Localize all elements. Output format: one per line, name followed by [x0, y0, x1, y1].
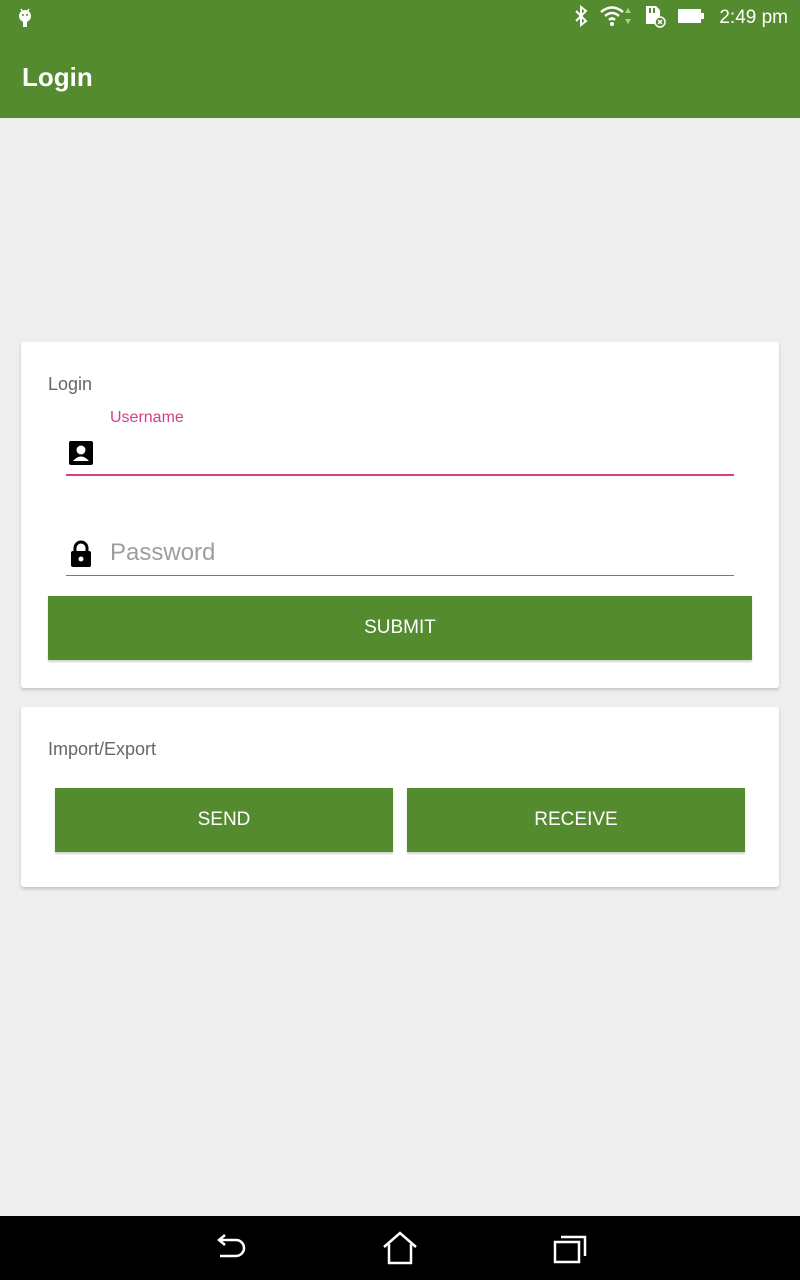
username-input[interactable]	[110, 432, 720, 474]
screen: 2:49 pm Login Login Username SUBMIT Impo…	[0, 0, 800, 1280]
status-time: 2:49 pm	[719, 7, 788, 28]
app-bar: Login	[0, 36, 800, 118]
lock-icon	[68, 540, 94, 568]
sd-card-icon	[643, 4, 667, 33]
android-debug-icon	[16, 6, 34, 33]
username-label: Username	[110, 409, 184, 426]
wifi-icon	[599, 4, 633, 33]
username-field[interactable]	[66, 432, 734, 476]
account-box-icon	[68, 440, 94, 468]
status-bar: 2:49 pm	[0, 0, 800, 36]
import-export-title: Import/Export	[48, 739, 157, 759]
back-icon[interactable]	[210, 1230, 250, 1266]
battery-icon	[677, 6, 705, 31]
password-input[interactable]	[110, 532, 720, 574]
login-card-title: Login	[48, 374, 93, 394]
import-export-card: Import/Export SEND RECEIVE	[21, 707, 779, 887]
home-icon[interactable]	[380, 1230, 420, 1266]
submit-button[interactable]: SUBMIT	[48, 596, 752, 660]
navigation-bar	[0, 1216, 800, 1280]
page-title: Login	[22, 62, 93, 92]
bluetooth-icon	[573, 4, 589, 33]
password-field[interactable]	[66, 532, 734, 576]
login-card: Login Username SUBMIT	[21, 342, 779, 688]
receive-button[interactable]: RECEIVE	[407, 788, 745, 852]
recent-apps-icon[interactable]	[550, 1230, 590, 1266]
send-button[interactable]: SEND	[55, 788, 393, 852]
